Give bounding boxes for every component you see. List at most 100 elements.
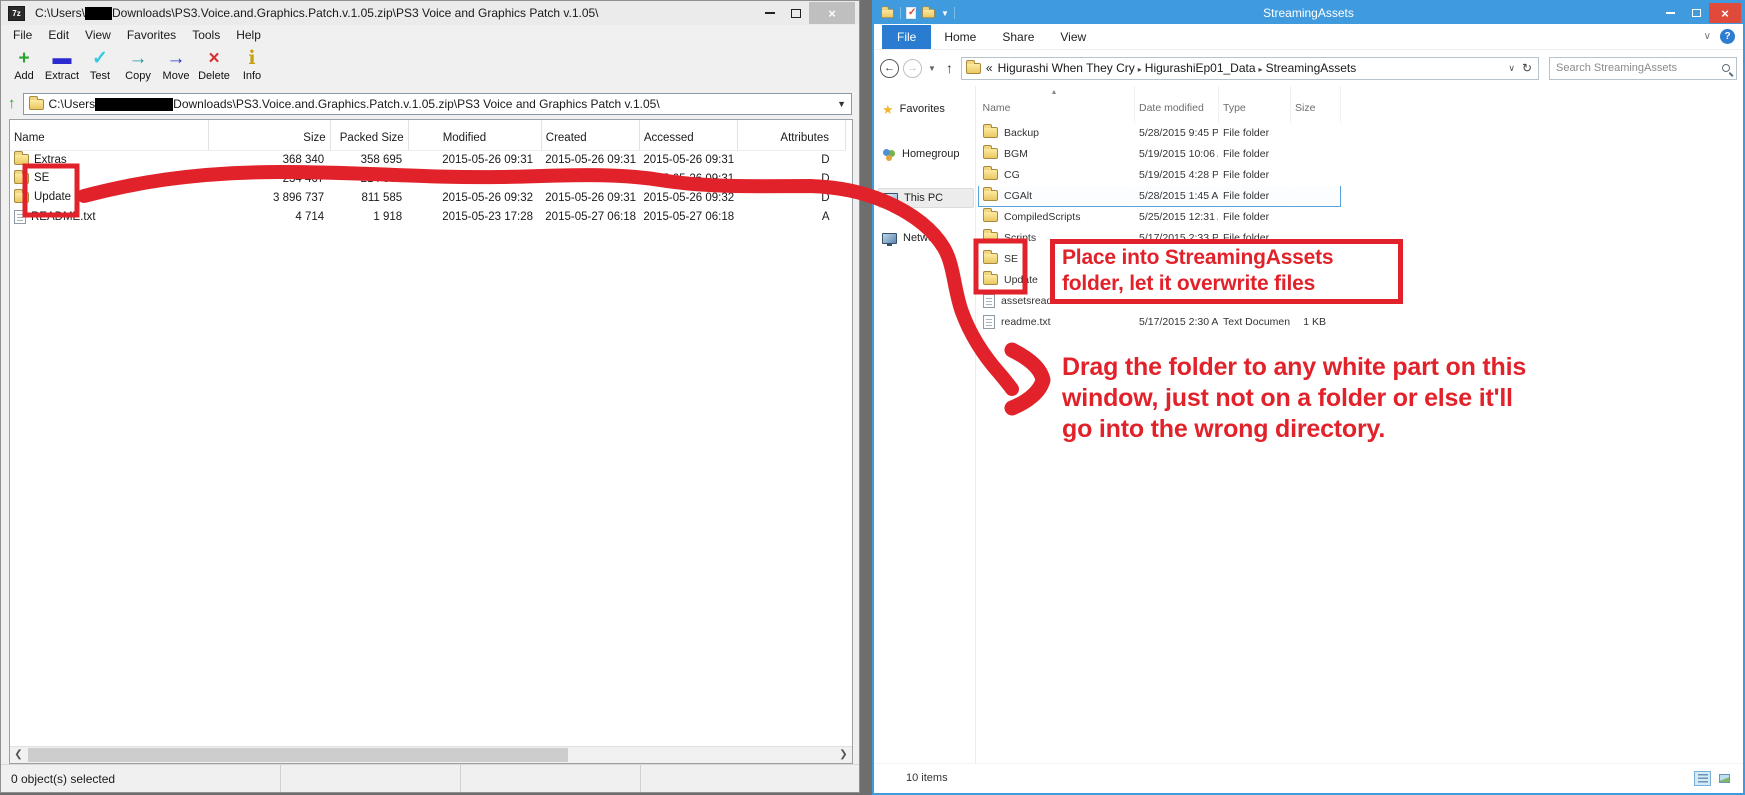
- folder-icon: [983, 232, 998, 243]
- column-header-modified[interactable]: Modified: [408, 120, 541, 150]
- toolbar-add-button[interactable]: +Add: [5, 47, 43, 82]
- folder-icon: [29, 99, 44, 110]
- attributes-cell: A: [737, 207, 845, 226]
- ribbon-collapse-chevron-icon[interactable]: ∨: [1704, 31, 1711, 42]
- file-name-cell: CG: [979, 164, 1135, 185]
- scrollbar-thumb[interactable]: [28, 748, 568, 762]
- address-dropdown-chevron-icon[interactable]: ∨: [1508, 63, 1515, 74]
- toolbar: +Add▬Extract✓Test→Copy→Move×DeleteiInfo: [1, 45, 859, 91]
- file-list-panel: NameSizePacked SizeModifiedCreatedAccess…: [9, 119, 853, 764]
- address-combobox[interactable]: C:\UsersDownloads\PS3.Voice.and.Graphics…: [23, 93, 853, 115]
- size-cell: [1291, 143, 1341, 164]
- sidebar-item-this-pc[interactable]: This PC: [878, 188, 974, 208]
- accessed-cell: 2015-05-26 09:31: [639, 169, 737, 188]
- homegroup-icon: [882, 148, 896, 161]
- column-header-date-modified[interactable]: Date modified: [1135, 86, 1219, 122]
- file-row-bgm[interactable]: BGM5/19/2015 10:06 AMFile folder: [979, 143, 1341, 164]
- file-row-readme-txt[interactable]: README.txt4 7141 9182015-05-23 17:282015…: [10, 207, 846, 226]
- minimize-button[interactable]: [757, 3, 783, 23]
- file-row-update[interactable]: Update3 896 737811 5852015-05-26 09:3220…: [10, 188, 846, 207]
- thumbnail-view-button[interactable]: [1716, 771, 1733, 786]
- details-view-button[interactable]: [1694, 771, 1711, 786]
- minimize-button[interactable]: [1657, 4, 1683, 22]
- menu-item-help[interactable]: Help: [228, 26, 269, 44]
- file-row-cg[interactable]: CG5/19/2015 4:28 PMFile folder: [979, 164, 1341, 185]
- column-header-size[interactable]: Size: [208, 120, 330, 150]
- explorer-title-bar: ▼ StreamingAssets ×: [874, 2, 1743, 24]
- new-folder-icon[interactable]: [922, 8, 935, 17]
- chevron-down-icon[interactable]: ▼: [837, 99, 846, 109]
- folder-icon: [983, 148, 998, 159]
- file-row-scripts[interactable]: Scripts5/17/2015 2:33 PMFile folder: [979, 227, 1341, 248]
- folder-icon[interactable]: [881, 8, 894, 17]
- column-header-name[interactable]: Name: [10, 120, 208, 150]
- file-row-se[interactable]: SE: [979, 248, 1341, 269]
- scroll-left-arrow[interactable]: ❮: [10, 747, 27, 763]
- forward-button[interactable]: →: [903, 59, 922, 78]
- column-header-accessed[interactable]: Accessed: [639, 120, 737, 150]
- file-row-compiledscripts[interactable]: CompiledScripts5/25/2015 12:31 AMFile fo…: [979, 206, 1341, 227]
- close-button[interactable]: ×: [1709, 3, 1741, 23]
- up-button[interactable]: ↑: [942, 60, 957, 76]
- search-icon[interactable]: [1722, 64, 1730, 72]
- size-cell: 1 KB: [1291, 290, 1341, 311]
- date-modified-cell: 5/28/2015 9:45 PM: [1135, 122, 1219, 143]
- customize-toolbar-chevron-icon[interactable]: ▼: [941, 9, 949, 18]
- toolbar-test-button[interactable]: ✓Test: [81, 47, 119, 82]
- column-header-created[interactable]: Created: [541, 120, 639, 150]
- file-row-cgalt[interactable]: CGAlt5/28/2015 1:45 AMFile folder: [979, 185, 1341, 206]
- tab-view[interactable]: View: [1047, 25, 1099, 49]
- thumbnail-view-icon: [1719, 774, 1730, 783]
- toolbar-copy-button[interactable]: →Copy: [119, 47, 157, 82]
- column-header-packed-size[interactable]: Packed Size: [330, 120, 408, 150]
- file-row-se[interactable]: SE234 467214 5692015-05-26 09:312015-05-…: [10, 169, 846, 188]
- menu-item-favorites[interactable]: Favorites: [119, 26, 184, 44]
- scroll-right-arrow[interactable]: ❯: [835, 747, 852, 763]
- menu-item-tools[interactable]: Tools: [184, 26, 228, 44]
- pane-divider: [975, 86, 976, 763]
- tab-share[interactable]: Share: [989, 25, 1047, 49]
- up-level-button[interactable]: ↑: [8, 95, 16, 113]
- help-icon[interactable]: ?: [1720, 29, 1735, 44]
- minimize-icon: [1666, 12, 1675, 14]
- tab-home[interactable]: Home: [931, 25, 989, 49]
- toolbar-delete-button[interactable]: ×Delete: [195, 47, 233, 82]
- file-row-assetsreadme-txt[interactable]: assetsreadme.txtText Document1 KB: [979, 290, 1341, 311]
- file-row-update[interactable]: Update: [979, 269, 1341, 290]
- file-row-extras[interactable]: Extras368 340358 6952015-05-26 09:312015…: [10, 150, 846, 169]
- back-button[interactable]: ←: [880, 59, 899, 78]
- sidebar-item-favorites[interactable]: ★Favorites: [878, 99, 974, 119]
- file-row-backup[interactable]: Backup5/28/2015 9:45 PMFile folder: [979, 122, 1341, 143]
- breadcrumb-segment-higurashiep01-data[interactable]: HigurashiEp01_Data: [1145, 61, 1256, 75]
- column-header-name[interactable]: Name▲: [979, 86, 1135, 122]
- folder-icon: [983, 274, 998, 285]
- breadcrumb-segment-higurashi-when-they-cry[interactable]: Higurashi When They Cry: [998, 61, 1135, 75]
- column-header-size[interactable]: Size: [1291, 86, 1341, 122]
- file-name: SE: [1004, 253, 1018, 265]
- tab-file[interactable]: File: [882, 25, 931, 49]
- attributes-cell: D: [737, 150, 845, 169]
- column-header-type[interactable]: Type: [1219, 86, 1291, 122]
- maximize-button[interactable]: [783, 3, 809, 23]
- toolbar-info-button[interactable]: iInfo: [233, 47, 271, 82]
- file-row-readme-txt[interactable]: readme.txt5/17/2015 2:30 AMText Document…: [979, 311, 1341, 332]
- properties-check-icon[interactable]: [906, 7, 916, 19]
- column-header-attributes[interactable]: Attributes: [737, 120, 845, 150]
- address-bar[interactable]: « Higurashi When They Cry▸HigurashiEp01_…: [961, 57, 1539, 80]
- close-button[interactable]: ×: [809, 2, 855, 24]
- menu-item-file[interactable]: File: [5, 26, 40, 44]
- sidebar-item-network[interactable]: Network: [878, 228, 974, 248]
- sidebar-item-homegroup[interactable]: Homegroup: [878, 144, 974, 164]
- recent-locations-chevron-icon[interactable]: ▼: [926, 64, 938, 73]
- horizontal-scrollbar[interactable]: ❮ ❯: [10, 746, 852, 763]
- menu-item-edit[interactable]: Edit: [40, 26, 77, 44]
- archive-file-table: NameSizePacked SizeModifiedCreatedAccess…: [10, 120, 846, 226]
- toolbar-extract-button[interactable]: ▬Extract: [43, 47, 81, 82]
- breadcrumb-segment-streamingassets[interactable]: StreamingAssets: [1266, 61, 1357, 75]
- toolbar-move-button[interactable]: →Move: [157, 47, 195, 82]
- maximize-button[interactable]: [1683, 4, 1709, 22]
- search-input[interactable]: [1556, 62, 1722, 74]
- refresh-icon[interactable]: ↻: [1520, 61, 1534, 75]
- attributes-cell: D: [737, 188, 845, 207]
- menu-item-view[interactable]: View: [77, 26, 119, 44]
